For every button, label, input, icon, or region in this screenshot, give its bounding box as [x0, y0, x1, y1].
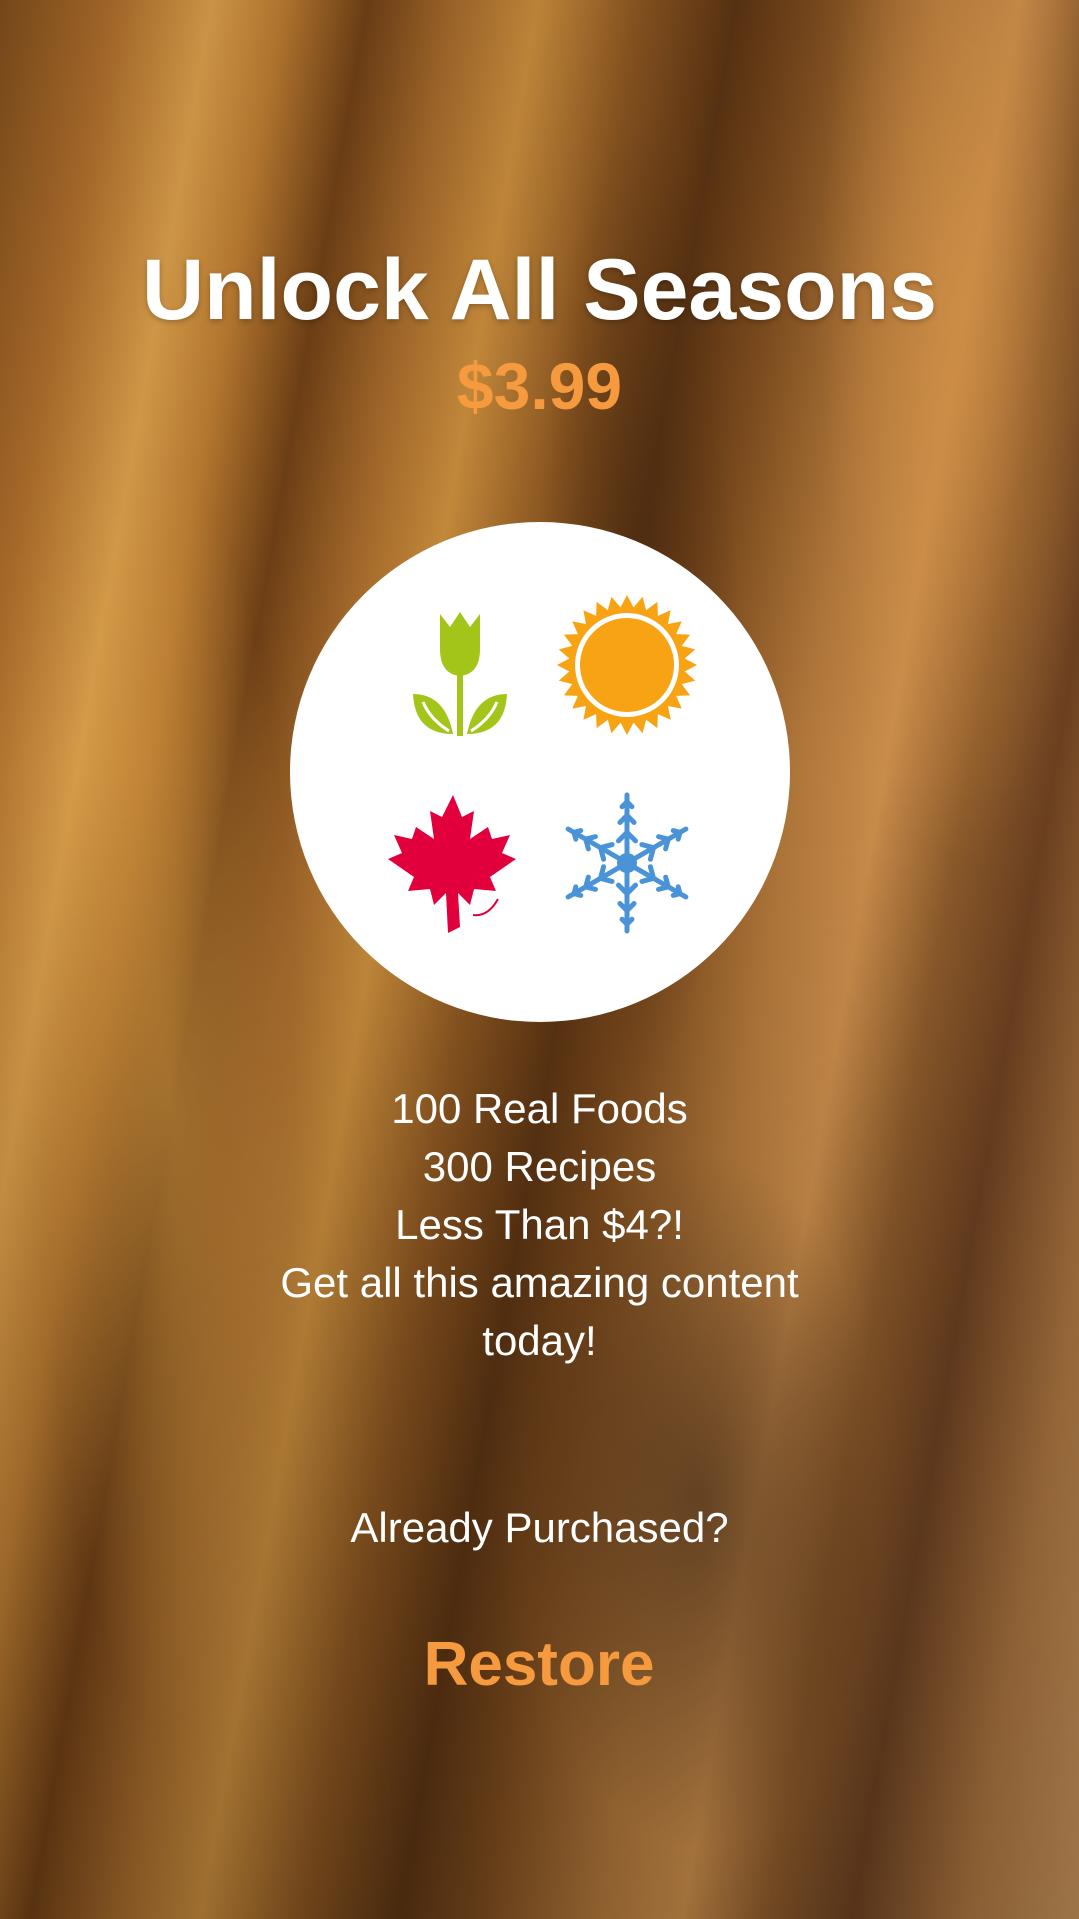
feature-line: 300 Recipes — [422, 1143, 657, 1190]
feature-list: 100 Real Foods 300 Recipes Less Than $4?… — [0, 1080, 1079, 1370]
winter-snowflake-icon — [552, 788, 702, 938]
page-title: Unlock All Seasons — [142, 242, 937, 338]
autumn-maple-leaf-icon — [378, 787, 528, 937]
spring-tulip-icon — [385, 594, 535, 744]
seasons-circle — [290, 522, 790, 1022]
restore-button[interactable]: Restore — [339, 1620, 739, 1710]
price-label: $3.99 — [456, 349, 623, 423]
feature-line: 100 Real Foods — [391, 1085, 688, 1132]
feature-line: today! — [482, 1317, 597, 1364]
unlock-screen: Unlock All Seasons $3.99 100 Real Foods … — [0, 0, 1079, 1919]
feature-line: Get all this amazing content — [280, 1259, 799, 1306]
already-purchased-label: Already Purchased? — [350, 1504, 729, 1551]
summer-sun-icon — [552, 590, 702, 740]
feature-line: Less Than $4?! — [395, 1201, 684, 1248]
